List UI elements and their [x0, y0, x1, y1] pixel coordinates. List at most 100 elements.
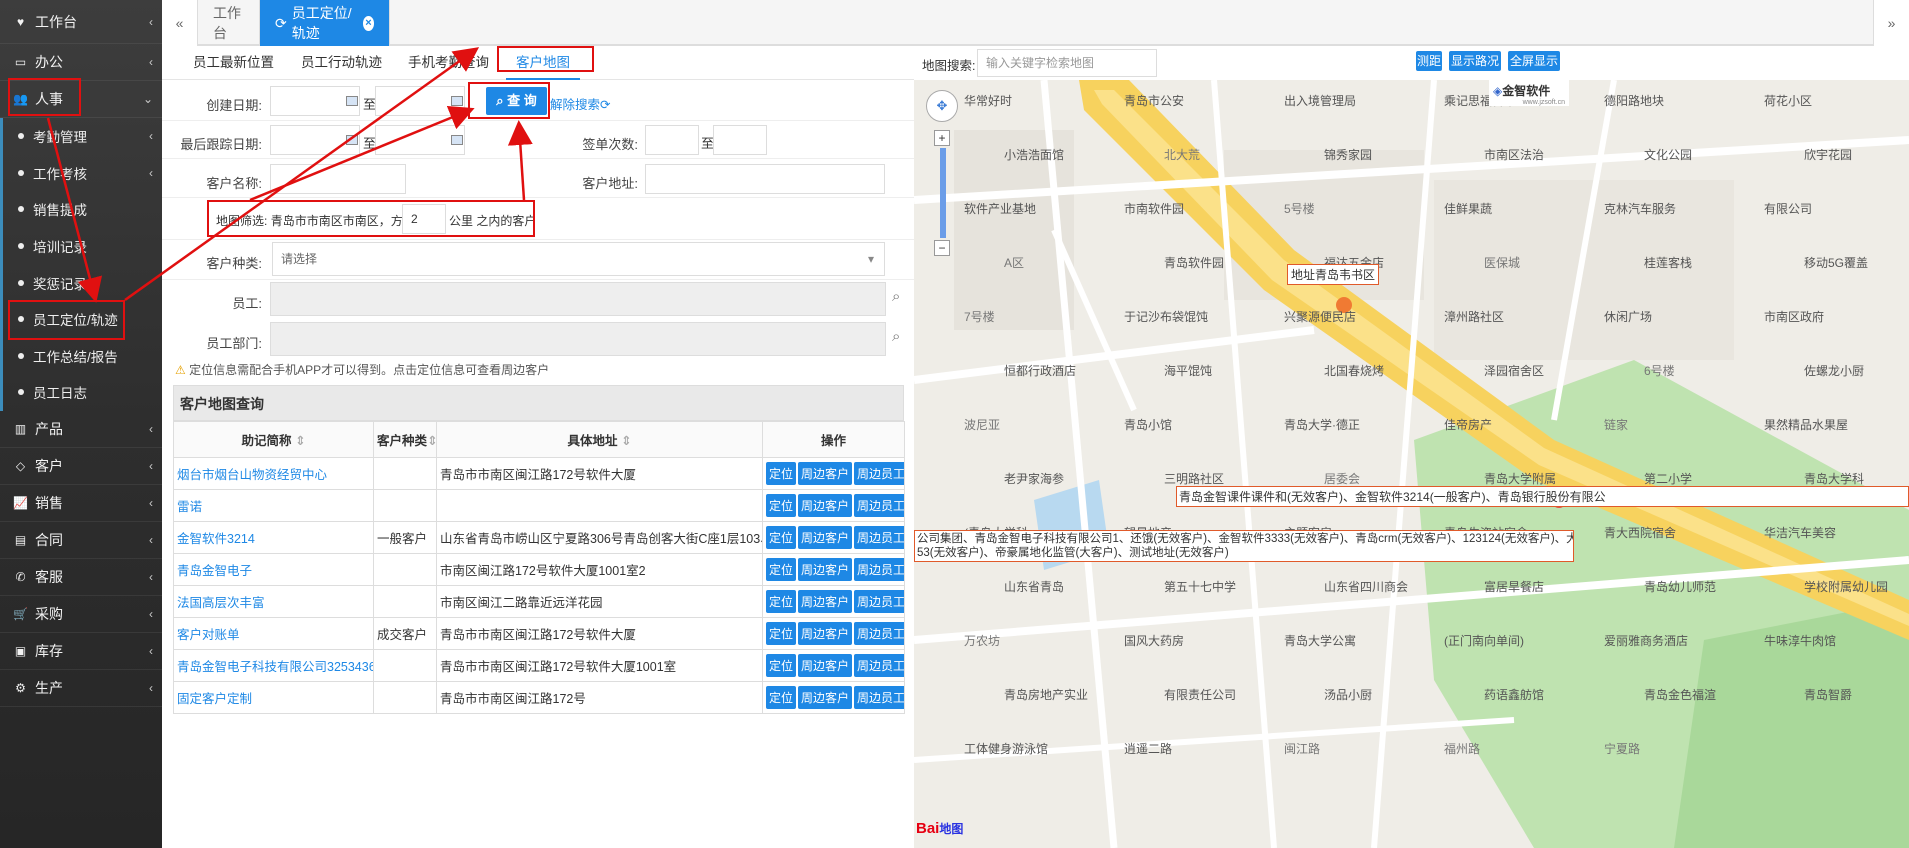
cell-name[interactable]: 青岛金智电子 — [173, 553, 374, 586]
tab-scroll-left-button[interactable]: « — [162, 0, 198, 46]
sidebar-subitem-7[interactable]: 员工日志 — [0, 374, 162, 411]
customer-map[interactable]: 华常好时 青岛市公安 出入境管理局 乘记思福冒菜 德阳路地块 荷花小区 小浩浩面馆 北大荒 锦秀… — [914, 80, 1909, 848]
sidebar-subitem-4[interactable]: 奖惩记录 — [0, 264, 162, 301]
map-search-input[interactable]: 输入关键字检索地图 — [977, 49, 1157, 77]
nearby-employees-button[interactable]: 周边员工 — [854, 686, 904, 709]
sidebar-item-7[interactable]: ⚙ 生产 ‹ — [0, 670, 162, 707]
sign-count-min-input[interactable] — [645, 125, 699, 155]
cell-name[interactable]: 雷诺 — [173, 489, 374, 522]
nearby-employees-button[interactable]: 周边员工 — [854, 654, 904, 677]
sidebar-item-4[interactable]: ✆ 客服 ‹ — [0, 559, 162, 596]
locate-button[interactable]: 定位 — [766, 494, 797, 517]
locate-button[interactable]: 定位 — [766, 686, 797, 709]
cell-name[interactable]: 金智软件3214 — [173, 521, 374, 554]
map-pan-control[interactable]: ✥ — [926, 90, 958, 122]
tab-workbench[interactable]: 工作台 — [198, 0, 260, 46]
locate-button[interactable]: 定位 — [766, 654, 797, 677]
nearby-customers-button[interactable]: 周边客户 — [798, 686, 853, 709]
locate-button[interactable]: 定位 — [766, 558, 797, 581]
sidebar-subitem-1[interactable]: 工作考核 ‹ — [0, 154, 162, 192]
show-traffic-button[interactable]: 显示路况 — [1449, 51, 1501, 71]
sidebar-item-1[interactable]: ◇ 客户 ‹ — [0, 448, 162, 485]
tab-employee-location[interactable]: ⟳ 员工定位/轨迹 × — [260, 0, 390, 46]
subtab-latest-location[interactable]: 员工最新位置 — [193, 46, 274, 80]
map-zoom-in-button[interactable]: + — [934, 130, 950, 146]
search-icon[interactable]: ⌕ — [892, 328, 900, 345]
subtab-action-track[interactable]: 员工行动轨迹 — [301, 46, 382, 80]
customer-address-input[interactable] — [645, 164, 885, 194]
locate-button[interactable]: 定位 — [766, 526, 797, 549]
cell-name[interactable]: 法国高层次丰富 — [173, 585, 374, 618]
calendar-icon[interactable] — [451, 135, 463, 145]
search-icon[interactable]: ⌕ — [892, 288, 900, 305]
calendar-icon[interactable] — [346, 96, 358, 106]
customer-link[interactable]: 烟台市烟台山物资经贸中心 — [177, 468, 327, 482]
cell-actions: 定位 周边客户 周边员工 — [762, 521, 905, 554]
calendar-icon[interactable] — [346, 135, 358, 145]
customer-type-select[interactable]: 请选择 ▾ — [272, 242, 885, 276]
nearby-employees-button[interactable]: 周边员工 — [854, 622, 904, 645]
subtab-mobile-attendance[interactable]: 手机考勤查询 — [408, 46, 489, 80]
nearby-employees-button[interactable]: 周边员工 — [854, 526, 904, 549]
employee-input[interactable] — [270, 282, 886, 316]
sidebar-item-3[interactable]: ▤ 合同 ‹ — [0, 522, 162, 559]
department-input[interactable] — [270, 322, 886, 356]
map-zoom-slider[interactable] — [940, 148, 946, 238]
nearby-employees-button[interactable]: 周边员工 — [854, 494, 904, 517]
nearby-employees-button[interactable]: 周边员工 — [854, 590, 904, 613]
col-header-type[interactable]: 客户种类⇕ — [373, 421, 437, 458]
customer-name-input[interactable] — [270, 164, 406, 194]
nearby-customers-button[interactable]: 周边客户 — [798, 494, 853, 517]
nearby-customers-button[interactable]: 周边客户 — [798, 622, 853, 645]
close-icon[interactable]: × — [362, 15, 374, 31]
sidebar-subitem-6[interactable]: 工作总结/报告 — [0, 337, 162, 375]
sidebar-item-workbench[interactable]: ♥ 工作台 ‹ — [0, 0, 162, 44]
map-zoom-out-button[interactable]: − — [934, 240, 950, 256]
map-poi-label: 山东省青岛 — [1004, 580, 1065, 594]
locate-button[interactable]: 定位 — [766, 462, 797, 485]
customer-link[interactable]: 客户对账单 — [177, 628, 240, 642]
col-header-address[interactable]: 具体地址 ⇕ — [436, 421, 763, 458]
cell-name[interactable]: 烟台市烟台山物资经贸中心 — [173, 457, 374, 490]
customer-link[interactable]: 法国高层次丰富 — [177, 596, 265, 610]
nearby-employees-button[interactable]: 周边员工 — [854, 558, 904, 581]
sidebar-item-office[interactable]: ▭ 办公 ‹ — [0, 44, 162, 81]
sidebar-item-2[interactable]: 📈 销售 ‹ — [0, 485, 162, 522]
sidebar-subitem-3[interactable]: 培训记录 — [0, 227, 162, 265]
nearby-employees-button[interactable]: 周边员工 — [854, 462, 904, 485]
sidebar-subitem-2[interactable]: 销售提成 — [0, 191, 162, 228]
sidebar-item-6[interactable]: ▣ 库存 ‹ — [0, 633, 162, 670]
query-button[interactable]: ⌕ 查 询 — [486, 87, 547, 115]
customer-link[interactable]: 雷诺 — [177, 500, 202, 514]
locate-button[interactable]: 定位 — [766, 622, 797, 645]
sidebar-item-5[interactable]: 🛒 采购 ‹ — [0, 596, 162, 633]
measure-distance-button[interactable]: 测距 — [1416, 51, 1442, 71]
cell-name[interactable]: 青岛金智电子科技有限公司3253436346 — [173, 649, 374, 682]
subtab-customer-map[interactable]: 客户地图 — [506, 46, 580, 80]
fullscreen-button[interactable]: 全屏显示 — [1508, 51, 1560, 71]
nearby-customers-button[interactable]: 周边客户 — [798, 462, 853, 485]
nearby-customers-button[interactable]: 周边客户 — [798, 526, 853, 549]
cell-name[interactable]: 固定客户定制 — [173, 681, 374, 714]
nearby-customers-button[interactable]: 周边客户 — [798, 558, 853, 581]
nearby-customers-button[interactable]: 周边客户 — [798, 654, 853, 677]
cell-name[interactable]: 客户对账单 — [173, 617, 374, 650]
tab-scroll-right-button[interactable]: » — [1873, 0, 1909, 46]
customer-link[interactable]: 金智软件3214 — [177, 532, 255, 546]
col-header-name[interactable]: 助记简称 ⇕ — [173, 421, 374, 458]
clear-search-link[interactable]: 解除搜索⟳ — [550, 94, 611, 113]
customer-link[interactable]: 青岛金智电子科技有限公司3253436346 — [177, 660, 373, 674]
map-filter-radius-input[interactable]: 2 — [402, 204, 446, 234]
sidebar-subitem-0[interactable]: 考勤管理 ‹ — [0, 118, 162, 155]
sidebar-subitem-5[interactable]: 员工定位/轨迹 — [0, 300, 162, 338]
sign-count-max-input[interactable] — [713, 125, 767, 155]
chevron-left-icon: ‹ — [149, 165, 153, 180]
customer-link[interactable]: 青岛金智电子 — [177, 564, 252, 578]
calendar-icon[interactable] — [451, 96, 463, 106]
table-header-row: 助记简称 ⇕ 客户种类⇕ 具体地址 ⇕ 操作 — [173, 421, 905, 458]
customer-link[interactable]: 固定客户定制 — [177, 692, 252, 706]
sidebar-item-hr[interactable]: 👥 人事 ⌄ — [0, 81, 162, 118]
locate-button[interactable]: 定位 — [766, 590, 797, 613]
sidebar-item-0[interactable]: ▥ 产品 ‹ — [0, 411, 162, 448]
nearby-customers-button[interactable]: 周边客户 — [798, 590, 853, 613]
